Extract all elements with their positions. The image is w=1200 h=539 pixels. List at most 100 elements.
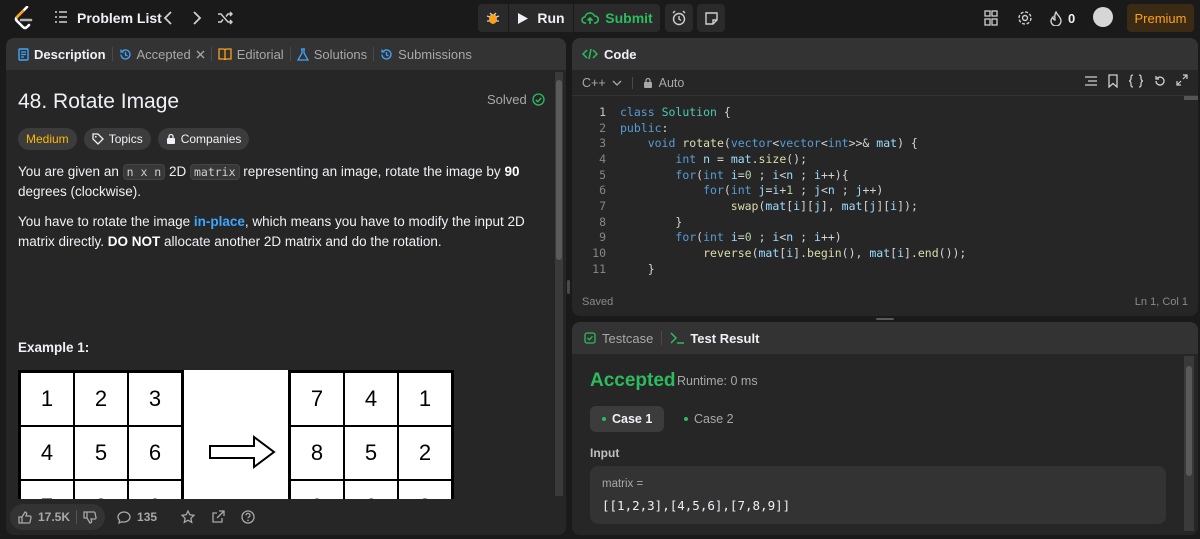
code-line[interactable]: 11 } xyxy=(572,261,1198,277)
layout-grid-icon[interactable] xyxy=(980,7,1002,29)
problem-statement: You are given an n x n 2D matrix represe… xyxy=(18,162,538,202)
statement-text: degrees (clockwise). xyxy=(18,184,142,199)
companies-tag[interactable]: Companies xyxy=(157,128,250,150)
help-icon[interactable] xyxy=(241,510,255,524)
case-1-label: Case 1 xyxy=(612,412,653,426)
matrix-cell: 8 xyxy=(290,426,344,480)
in-place-link[interactable]: in-place xyxy=(194,214,245,229)
premium-button[interactable]: Premium xyxy=(1127,4,1194,32)
auto-mode[interactable]: Auto xyxy=(643,76,684,90)
solved-indicator: Solved xyxy=(487,92,545,107)
comment-count: 135 xyxy=(137,510,158,524)
tab-solutions-label: Solutions xyxy=(313,46,368,62)
code-line[interactable]: 7 swap(mat[i][j], mat[j][i]); xyxy=(572,198,1198,214)
lock-icon xyxy=(643,77,653,89)
settings-gear-icon[interactable] xyxy=(1014,7,1036,29)
flask-icon xyxy=(296,47,309,61)
submit-button[interactable]: Submit xyxy=(574,4,660,32)
variable-value: [[1,2,3],[4,5,6],[7,8,9]] xyxy=(602,498,791,513)
share-icon[interactable] xyxy=(211,510,225,524)
notes-button[interactable] xyxy=(697,4,725,32)
tab-solutions[interactable]: Solutions xyxy=(293,38,371,70)
close-tab-icon[interactable] xyxy=(196,50,205,59)
problem-list-icon[interactable] xyxy=(53,9,69,25)
timer-button[interactable] xyxy=(665,4,693,32)
description-footer: 17.5K 135 xyxy=(6,499,566,535)
result-scrollbar[interactable] xyxy=(1184,356,1194,531)
scrollbar-thumb[interactable] xyxy=(556,80,562,260)
curly-braces-icon[interactable] xyxy=(1128,74,1144,88)
tab-separator xyxy=(289,47,291,61)
streak-count: 0 xyxy=(1068,10,1076,26)
case-2-tab[interactable]: Case 2 xyxy=(672,406,746,432)
case-1-tab[interactable]: Case 1 xyxy=(590,406,665,432)
thumbs-up-icon[interactable] xyxy=(18,510,32,524)
code-line[interactable]: 5 for(int i=0 ; i<n ; i++){ xyxy=(572,167,1198,183)
saved-status: Saved xyxy=(582,296,614,308)
problem-list-link[interactable]: Problem List xyxy=(77,8,162,28)
line-number: 5 xyxy=(599,167,606,182)
code-line[interactable]: 8 } xyxy=(572,214,1198,230)
code-line[interactable]: 10 reverse(mat[i].begin(), mat[i].end())… xyxy=(572,245,1198,261)
line-number: 1 xyxy=(599,104,606,119)
code-line[interactable]: 1 class Solution { xyxy=(572,104,1198,120)
example-title: Example 1: xyxy=(18,340,90,355)
description-scrollbar[interactable] xyxy=(555,72,563,496)
favorite-star-icon[interactable] xyxy=(181,510,196,524)
bookmark-icon[interactable] xyxy=(1107,74,1119,88)
prev-problem-icon[interactable] xyxy=(158,7,178,29)
code-line[interactable]: 2 public: xyxy=(572,120,1198,136)
tab-submissions[interactable]: Submissions xyxy=(376,38,476,70)
thumbs-down-icon[interactable] xyxy=(83,510,97,524)
comments-button[interactable]: 135 xyxy=(117,510,157,524)
check-circle-icon xyxy=(532,93,545,106)
code-line[interactable]: 6 for(int j=i+1 ; j<n ; j++) xyxy=(572,182,1198,198)
code-text: public: xyxy=(620,120,669,135)
code-panel: Code C++ Auto 1 class Solution {2 public: 3… xyxy=(572,38,1198,316)
problem-title: 48. Rotate Image xyxy=(18,90,180,113)
reset-icon[interactable] xyxy=(1153,74,1167,88)
result-status: Accepted xyxy=(590,370,676,391)
format-lines-icon[interactable] xyxy=(1084,74,1098,88)
line-number: 7 xyxy=(599,198,606,213)
matrix-cell: 5 xyxy=(74,426,128,480)
shuffle-icon[interactable] xyxy=(214,7,236,29)
tab-description[interactable]: Description xyxy=(14,38,110,70)
leetcode-logo-icon[interactable] xyxy=(12,5,36,31)
tab-testcase[interactable]: Testcase xyxy=(584,331,653,346)
right-arrow-icon xyxy=(209,435,276,469)
code-line[interactable]: 3 void rotate(vector<vector<int>>& mat) … xyxy=(572,135,1198,151)
horizontal-splitter-handle[interactable] xyxy=(876,318,894,320)
streak-counter[interactable]: 0 xyxy=(1050,7,1075,29)
statement-text: You have to rotate the image xyxy=(18,214,194,229)
matrix-cell: 1 xyxy=(398,372,452,426)
tab-editorial[interactable]: Editorial xyxy=(214,38,288,70)
debug-button[interactable] xyxy=(478,4,508,32)
code-text: class Solution { xyxy=(620,104,731,119)
user-avatar[interactable] xyxy=(1093,7,1113,27)
code-editor[interactable]: 1 class Solution { 2 public: 3 void rotate(v… xyxy=(572,104,1198,277)
next-problem-icon[interactable] xyxy=(187,7,207,29)
language-select[interactable]: C++ xyxy=(582,76,622,90)
scrollbar-thumb[interactable] xyxy=(1186,366,1192,476)
run-button[interactable]: Run xyxy=(509,4,573,32)
testcase-label: Testcase xyxy=(602,330,654,346)
tab-test-result[interactable]: Test Result xyxy=(670,331,759,346)
test-result-label: Test Result xyxy=(690,330,760,346)
tab-description-label: Description xyxy=(34,46,106,62)
line-number: 3 xyxy=(599,136,606,151)
topics-tag[interactable]: Topics xyxy=(83,128,151,150)
code-line[interactable]: 9 for(int i=0 ; i<n ; i++) xyxy=(572,230,1198,246)
topics-label: Topics xyxy=(108,132,143,146)
like-count: 17.5K xyxy=(38,510,71,524)
code-line[interactable]: 4 int n = mat.size(); xyxy=(572,151,1198,167)
line-number: 2 xyxy=(599,120,606,135)
code-header: Code xyxy=(572,38,1198,70)
matrix-cell: 3 xyxy=(128,372,182,426)
vertical-splitter-handle[interactable] xyxy=(567,280,570,294)
tab-accepted[interactable]: Accepted xyxy=(115,38,209,70)
matrix-cell: 2 xyxy=(398,426,452,480)
expand-icon[interactable] xyxy=(1176,74,1188,88)
bold-text: 90 xyxy=(504,164,520,179)
code-text: reverse(mat[i].begin(), mat[i].end()); xyxy=(703,246,967,261)
